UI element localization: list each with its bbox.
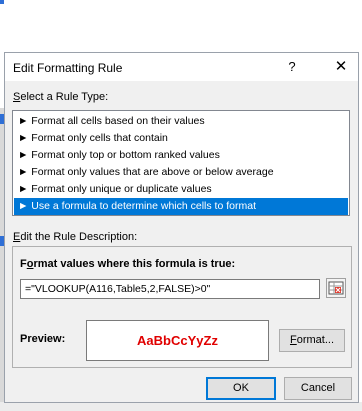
dialog-titlebar: Edit Formatting Rule ? ✕	[5, 53, 358, 81]
close-icon[interactable]: ✕	[332, 58, 350, 76]
formula-input[interactable]: ="VLOOKUP(A116,Table5,2,FALSE)>0"	[20, 279, 320, 299]
rule-type-list[interactable]: ► Format all cells based on their values…	[12, 110, 350, 216]
rule-type-item-all-cells[interactable]: ► Format all cells based on their values	[14, 113, 348, 130]
format-button[interactable]: Format...	[279, 329, 345, 352]
rule-type-item-cells-contain[interactable]: ► Format only cells that contain	[14, 130, 348, 147]
rule-type-item-unique-duplicate[interactable]: ► Format only unique or duplicate values	[14, 181, 348, 198]
rule-type-label: Select a Rule Type:	[13, 91, 109, 103]
dialog-title: Edit Formatting Rule	[13, 61, 123, 75]
collapse-dialog-button[interactable]	[326, 278, 346, 298]
preview-label: Preview:	[20, 333, 66, 345]
edit-formatting-rule-dialog: Edit Formatting Rule ? ✕ Select a Rule T…	[4, 52, 359, 403]
rule-type-item-top-bottom[interactable]: ► Format only top or bottom ranked value…	[14, 147, 348, 164]
cancel-button[interactable]: Cancel	[284, 377, 352, 400]
rule-description-label: Edit the Rule Description:	[13, 231, 138, 243]
formula-label: Format values where this formula is true…	[20, 258, 236, 270]
rule-type-item-above-below-average[interactable]: ► Format only values that are above or b…	[14, 164, 348, 181]
ok-button[interactable]: OK	[206, 377, 276, 400]
preview-sample: AaBbCcYyZz	[86, 320, 269, 361]
rule-description-panel: Format values where this formula is true…	[12, 246, 352, 368]
spreadsheet-grid-bottom	[0, 402, 362, 411]
help-icon[interactable]: ?	[284, 58, 300, 76]
rule-type-item-use-formula[interactable]: ► Use a formula to determine which cells…	[14, 198, 348, 215]
range-selector-icon	[328, 281, 344, 295]
spreadsheet-fragment	[0, 0, 4, 4]
